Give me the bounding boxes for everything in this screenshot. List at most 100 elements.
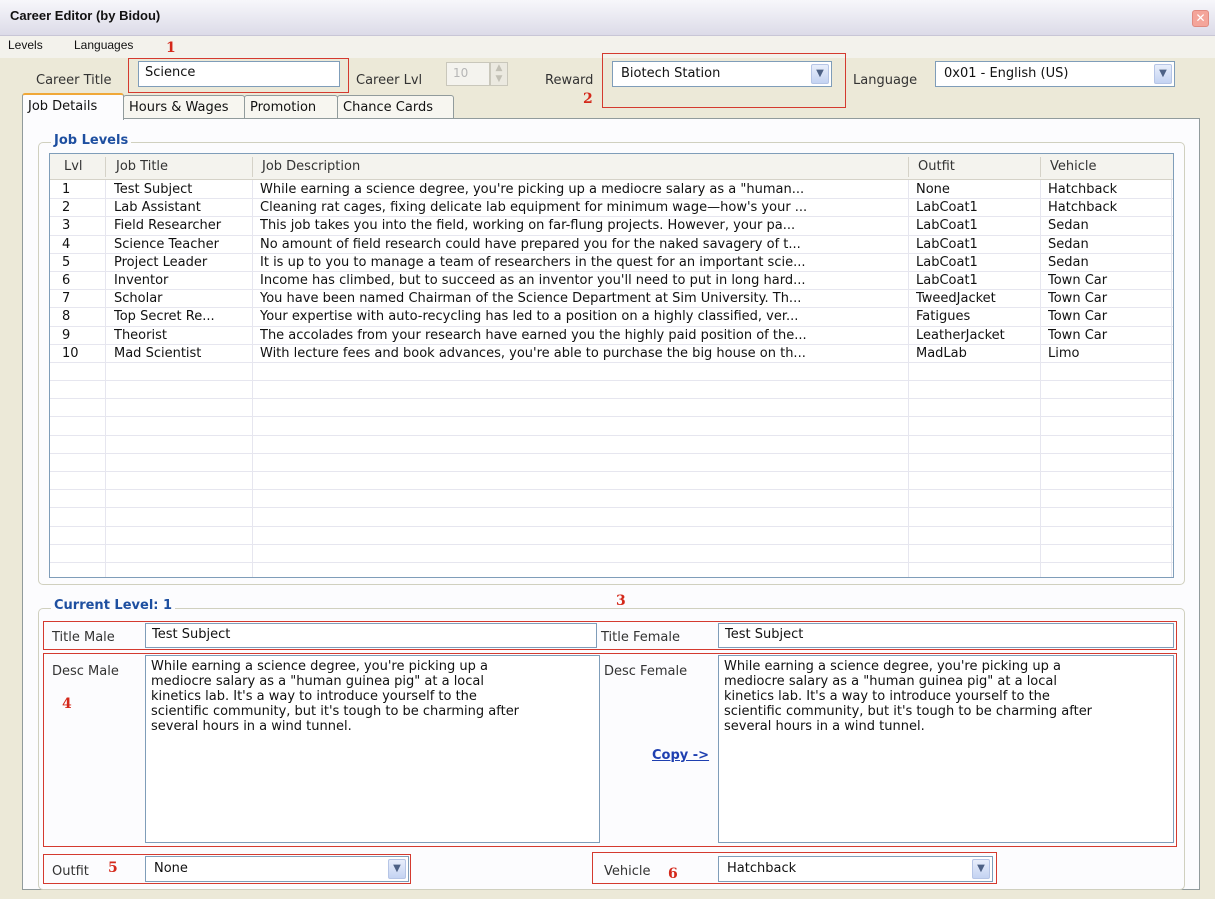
table-cell: Town Car (1048, 291, 1108, 307)
table-cell: Mad Scientist (114, 345, 202, 361)
table-row[interactable] (50, 454, 1173, 472)
title-bar: Career Editor (by Bidou) ✕ (0, 0, 1215, 36)
title-female-label: Title Female (601, 630, 680, 645)
language-select-value: 0x01 - English (US) (944, 66, 1069, 81)
career-lvl-label: Career Lvl (356, 73, 423, 88)
outfit-select[interactable]: None ▼ (145, 856, 409, 882)
table-row[interactable] (50, 363, 1173, 382)
career-editor-window: Career Editor (by Bidou) ✕ Levels Langua… (0, 0, 1215, 899)
reward-select[interactable]: Biotech Station ▼ (612, 61, 832, 87)
table-cell: MadLab (916, 345, 967, 361)
chevron-down-icon[interactable]: ▼ (388, 859, 406, 879)
table-cell: The accolades from your research have ea… (260, 327, 807, 343)
table-cell: Top Secret Re... (114, 309, 215, 325)
outfit-select-value: None (154, 861, 188, 876)
desc-male-textarea[interactable]: While earning a science degree, you're p… (145, 655, 600, 843)
table-body: 1 Test Subject While earning a science deg… (50, 181, 1173, 563)
table-cell: Hatchback (1048, 200, 1118, 216)
table-row[interactable] (50, 417, 1173, 436)
table-cell: 8 (62, 309, 71, 325)
table-row[interactable]: 6 Inventor Income has climbed, but to succ… (50, 272, 1173, 291)
table-cell: Sedan (1048, 218, 1089, 234)
table-cell: Your expertise with auto-recycling has l… (260, 309, 799, 325)
table-cell: 9 (62, 327, 71, 343)
table-row[interactable] (50, 545, 1173, 563)
tab-job-details[interactable]: Job Details (22, 93, 124, 120)
column-header-job-title[interactable]: Job Title (116, 159, 168, 174)
tab-promotion[interactable]: Promotion (244, 95, 338, 119)
table-row[interactable] (50, 436, 1173, 454)
table-row[interactable] (50, 399, 1173, 418)
table-cell: Project Leader (114, 254, 208, 270)
table-cell: 2 (62, 200, 71, 216)
table-cell: LabCoat1 (916, 200, 978, 216)
table-row[interactable]: 2 Lab Assistant Cleaning rat cages, fixing… (50, 199, 1173, 218)
annotation-6: 6 (668, 866, 678, 882)
close-icon[interactable]: ✕ (1192, 10, 1209, 27)
table-cell: LabCoat1 (916, 236, 978, 252)
table-row[interactable] (50, 381, 1173, 400)
table-cell: None (916, 182, 950, 197)
table-row[interactable] (50, 527, 1173, 545)
copy-button[interactable]: Copy -> (652, 748, 709, 763)
job-levels-title: Job Levels (51, 133, 132, 148)
tab-chance-cards[interactable]: Chance Cards (337, 95, 454, 119)
table-row[interactable]: 7 Scholar You have been named Chairman of … (50, 290, 1173, 309)
career-lvl-input: 10 (446, 62, 490, 86)
table-row[interactable]: 3 Field Researcher This job takes you into… (50, 217, 1173, 236)
chevron-down-icon[interactable]: ▼ (972, 859, 990, 879)
table-cell: Lab Assistant (114, 200, 201, 216)
column-header-job-description[interactable]: Job Description (262, 159, 360, 174)
table-cell: LabCoat1 (916, 218, 978, 234)
table-cell: With lecture fees and book advances, you… (260, 345, 806, 361)
annotation-5: 5 (108, 860, 118, 876)
table-cell: While earning a science degree, you're p… (260, 182, 805, 197)
table-cell: It is up to you to manage a team of rese… (260, 254, 806, 270)
table-cell: Field Researcher (114, 218, 222, 234)
reward-label: Reward (545, 73, 594, 88)
annotation-3: 3 (616, 593, 626, 609)
table-row[interactable]: 9 Theorist The accolades from your researc… (50, 327, 1173, 345)
annotation-4: 4 (62, 696, 72, 712)
table-row[interactable] (50, 472, 1173, 491)
tab-hours-wages[interactable]: Hours & Wages (123, 95, 245, 119)
table-cell: 4 (62, 236, 71, 252)
table-cell: Town Car (1048, 327, 1108, 343)
desc-female-textarea[interactable]: While earning a science degree, you're p… (718, 655, 1174, 843)
table-row[interactable]: 1 Test Subject While earning a science deg… (50, 181, 1173, 200)
table-cell: Town Car (1048, 272, 1108, 288)
table-row[interactable]: 10 Mad Scientist With lecture fees and boo… (50, 345, 1173, 363)
chevron-down-icon[interactable]: ▼ (1154, 64, 1172, 84)
table-header: Lvl Job Title Job Description Outfit Veh… (50, 154, 1173, 180)
table-cell: Sedan (1048, 236, 1089, 252)
language-label: Language (853, 73, 918, 88)
career-title-label: Career Title (36, 73, 112, 88)
table-row[interactable]: 5 Project Leader It is up to you to manage… (50, 254, 1173, 272)
vehicle-select[interactable]: Hatchback ▼ (718, 856, 993, 882)
column-header-outfit[interactable]: Outfit (918, 159, 955, 174)
table-row[interactable] (50, 490, 1173, 509)
desc-male-label: Desc Male (52, 664, 119, 679)
table-row[interactable]: 8 Top Secret Re... Your expertise with aut… (50, 308, 1173, 327)
career-title-input[interactable]: Science (138, 61, 340, 87)
menu-levels[interactable]: Levels (8, 38, 43, 52)
table-cell: No amount of field research could have p… (260, 236, 801, 252)
annotation-2: 2 (583, 91, 593, 107)
column-header-lvl[interactable]: Lvl (64, 159, 83, 174)
language-select[interactable]: 0x01 - English (US) ▼ (935, 61, 1175, 87)
column-header-vehicle[interactable]: Vehicle (1050, 159, 1097, 174)
outfit-label: Outfit (52, 864, 89, 879)
table-row[interactable] (50, 508, 1173, 527)
menu-languages[interactable]: Languages (74, 38, 133, 52)
title-female-input[interactable]: Test Subject (718, 623, 1174, 648)
vehicle-select-value: Hatchback (727, 861, 797, 876)
table-cell: LabCoat1 (916, 254, 978, 270)
desc-female-label: Desc Female (604, 664, 688, 679)
table-cell: Limo (1048, 345, 1080, 361)
title-male-input[interactable]: Test Subject (145, 623, 597, 648)
chevron-down-icon[interactable]: ▼ (811, 64, 829, 84)
table-cell: Theorist (114, 327, 167, 343)
table-cell: Income has climbed, but to succeed as an… (260, 272, 806, 288)
table-row[interactable]: 4 Science Teacher No amount of field resea… (50, 236, 1173, 254)
table-cell: Town Car (1048, 309, 1108, 325)
